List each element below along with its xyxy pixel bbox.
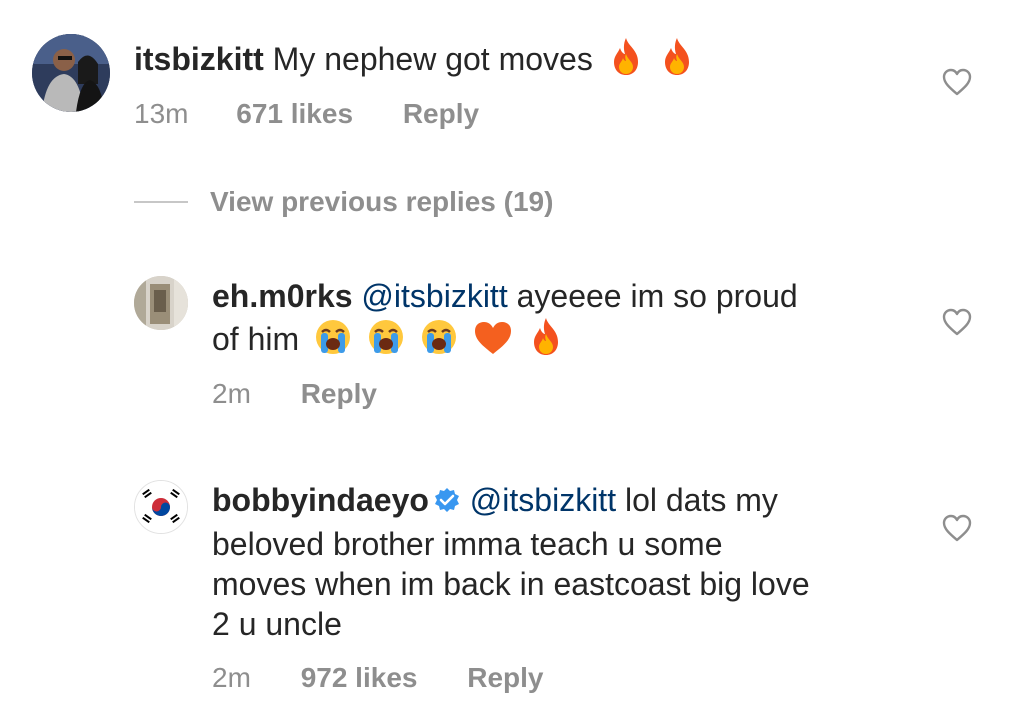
comment-body-line4: 2 u uncle — [212, 606, 342, 642]
comment-username[interactable]: itsbizkitt — [134, 41, 264, 77]
reply-button[interactable]: Reply — [301, 378, 377, 410]
comment-body-line1: ayeeee im so proud — [516, 278, 798, 314]
reply-button[interactable]: Reply — [467, 662, 543, 694]
comment-likes[interactable]: 972 likes — [301, 662, 418, 694]
comment-body: My nephew got moves — [272, 41, 593, 77]
avatar[interactable] — [134, 276, 188, 330]
comment-meta: 2m 972 likes Reply — [212, 662, 544, 694]
reply-button[interactable]: Reply — [403, 98, 479, 130]
comment-meta: 13m 671 likes Reply — [134, 98, 479, 130]
verified-badge-icon — [433, 484, 461, 524]
loudly-crying-face-icon — [314, 318, 352, 365]
avatar-photo-icon — [134, 276, 188, 330]
divider-line — [134, 201, 188, 203]
view-previous-replies[interactable]: View previous replies (19) — [134, 186, 553, 222]
comment-text: bobbyindaeyo @itsbizkitt lol dats my bel… — [212, 480, 810, 644]
loudly-crying-face-icon — [367, 318, 405, 365]
comment-time: 13m — [134, 98, 189, 129]
like-heart-icon[interactable] — [942, 308, 972, 336]
avatar[interactable] — [134, 480, 188, 534]
comment-time: 2m — [212, 662, 251, 693]
mention-link[interactable]: @itsbizkitt — [470, 482, 616, 518]
like-heart-icon[interactable] — [942, 68, 972, 96]
fire-icon — [659, 36, 695, 85]
comment-username[interactable]: bobbyindaeyo — [212, 482, 429, 518]
comment-body-line3: moves when im back in eastcoast big love — [212, 566, 810, 602]
avatar[interactable] — [32, 34, 110, 112]
avatar-photo-icon — [32, 34, 110, 112]
mention-link[interactable]: @itsbizkitt — [361, 278, 507, 314]
like-heart-icon[interactable] — [942, 514, 972, 542]
view-previous-replies-label[interactable]: View previous replies (19) — [210, 186, 553, 217]
comment-time: 2m — [212, 378, 251, 409]
fire-icon — [528, 316, 564, 365]
comment-username[interactable]: eh.m0rks — [212, 278, 353, 314]
comment-likes[interactable]: 671 likes — [236, 98, 353, 130]
loudly-crying-face-icon — [420, 318, 458, 365]
orange-heart-icon — [473, 320, 513, 365]
comment-text: itsbizkitt My nephew got moves — [134, 36, 695, 85]
comment-body-line1: lol dats my — [624, 482, 778, 518]
fire-icon — [608, 36, 644, 85]
comment-body-line2: of him — [212, 321, 300, 357]
comment-body-line2: beloved brother imma teach u some — [212, 526, 723, 562]
korean-flag-icon — [135, 481, 187, 533]
comment-meta: 2m Reply — [212, 378, 377, 410]
comment-text: eh.m0rks @itsbizkitt ayeeee im so proud … — [212, 276, 798, 365]
